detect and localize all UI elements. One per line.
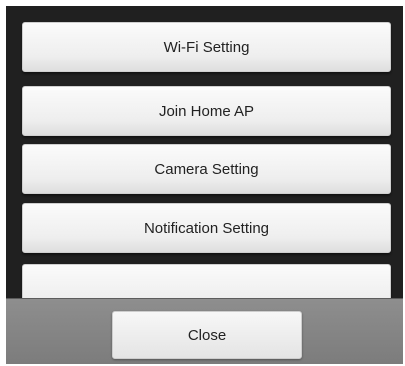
notification-setting-button[interactable]: Notification Setting: [22, 203, 391, 253]
camera-setting-button[interactable]: Camera Setting: [22, 144, 391, 194]
wifi-setting-button[interactable]: Wi-Fi Setting: [22, 22, 391, 72]
notification-setting-label: Notification Setting: [143, 219, 270, 237]
close-button-label: Close: [187, 326, 227, 344]
settings-dialog: Wi-Fi Setting Join Home AP Camera Settin…: [6, 6, 403, 364]
wifi-setting-label: Wi-Fi Setting: [163, 38, 250, 56]
settings-screen: Wi-Fi Setting Join Home AP Camera Settin…: [0, 0, 405, 366]
close-button[interactable]: Close: [112, 311, 302, 359]
partially-visible-setting-button[interactable]: [22, 264, 391, 298]
camera-setting-label: Camera Setting: [154, 160, 259, 178]
join-home-ap-button[interactable]: Join Home AP: [22, 86, 391, 136]
dialog-footer: Close: [6, 298, 403, 364]
settings-list[interactable]: Wi-Fi Setting Join Home AP Camera Settin…: [6, 6, 403, 298]
join-home-ap-label: Join Home AP: [158, 102, 255, 120]
